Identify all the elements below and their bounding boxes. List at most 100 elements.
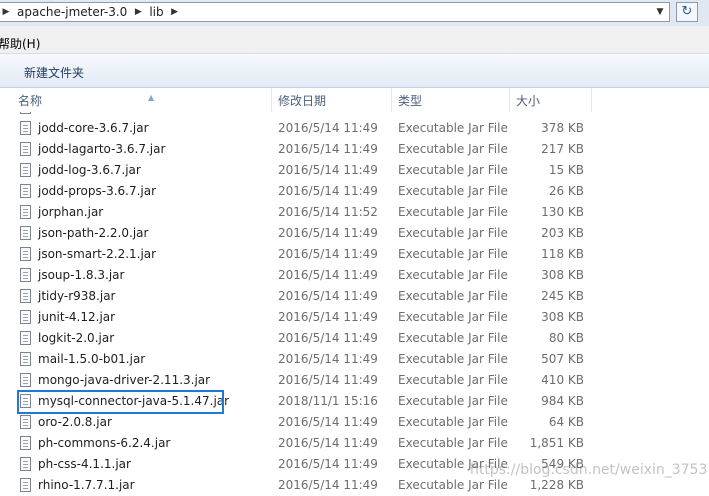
file-date: 2016/5/14 11:49 [278,121,378,135]
file-row[interactable]: json-smart-2.2.1.jar 2016/5/14 11:49 Execu… [0,244,709,265]
column-header-name[interactable]: 名称 ▲ [12,88,272,112]
file-type: Executable Jar File [398,226,508,240]
jar-file-icon [20,436,31,450]
column-header: 名称 ▲ 修改日期 类型 大小 [0,88,709,112]
file-date: 2016/5/14 11:49 [278,331,378,345]
file-date: 2016/5/14 11:49 [278,163,378,177]
file-row[interactable]: logkit-2.0.jar 2016/5/14 11:49 Executable … [0,328,709,349]
jar-file-icon [20,142,31,156]
jar-file-icon [20,373,31,387]
file-date: 2018/11/1 15:16 [278,394,378,408]
file-size: 984 KB [541,394,584,408]
file-date: 2016/5/14 11:49 [278,352,378,366]
file-type: Executable Jar File [398,373,508,387]
file-name: logkit-2.0.jar [38,331,115,345]
file-date: 2016/5/14 11:49 [278,457,378,471]
file-type: Executable Jar File [398,247,508,261]
file-date: 2016/5/14 11:49 [278,373,378,387]
file-name: json-path-2.2.0.jar [38,226,149,240]
file-type: Executable Jar File [398,289,508,303]
file-row[interactable]: mongo-java-driver-2.11.3.jar 2016/5/14 11… [0,370,709,391]
file-name: jtidy-r938.jar [38,289,116,303]
file-row[interactable]: jodd-props-3.6.7.jar 2016/5/14 11:49 Execu… [0,181,709,202]
breadcrumb-separator-icon[interactable]: ▶ [131,7,145,17]
column-header-date[interactable]: 修改日期 [272,88,392,112]
file-type: Executable Jar File [398,121,508,135]
jar-file-icon [20,112,31,114]
breadcrumb-separator-icon[interactable]: ▶ [0,7,13,17]
column-header-type[interactable]: 类型 [392,88,510,112]
file-date: 2016/5/14 11:49 [278,289,378,303]
file-name: ph-css-4.1.1.jar [38,457,131,471]
address-bar-row: ▶ apache-jmeter-3.0 ▶ lib ▶ ▼ ↻ [0,0,709,26]
file-name: json-smart-2.2.1.jar [38,247,157,261]
jar-file-icon [20,310,31,324]
file-date: 2016/5/14 11:49 [278,142,378,156]
file-size: 378 KB [541,121,584,135]
jar-file-icon [20,184,31,198]
file-type: Executable Jar File [398,478,508,492]
file-size: 26 KB [548,184,584,198]
file-size: 507 KB [541,352,584,366]
watermark: https://blog.csdn.net/weixin_37537965 [470,462,709,478]
chevron-down-icon[interactable]: ▼ [653,4,667,20]
jar-file-icon [20,289,31,303]
file-name: ph-commons-6.2.4.jar [38,436,171,450]
file-row[interactable]: json-path-2.2.0.jar 2016/5/14 11:49 Execut… [0,223,709,244]
jar-file-icon [20,226,31,240]
file-row[interactable]: oro-2.0.8.jar 2016/5/14 11:49 Executable J… [0,412,709,433]
file-date: 2016/5/14 11:49 [278,310,378,324]
file-name: mail-1.5.0-b01.jar [38,352,146,366]
file-type: Executable Jar File [398,415,508,429]
file-row[interactable]: jodd-lagarto-3.6.7.jar 2016/5/14 11:49 Exe… [0,139,709,160]
file-size: 15 KB [548,163,584,177]
file-size: 308 KB [541,268,584,282]
file-size: 203 KB [541,226,584,240]
column-header-size[interactable]: 大小 [510,88,592,112]
file-type: Executable Jar File [398,310,508,324]
file-size: 217 KB [541,142,584,156]
file-type: Executable Jar File [398,163,508,177]
file-name: rhino-1.7.7.1.jar [38,478,135,492]
file-size: 245 KB [541,289,584,303]
file-name: mongo-java-driver-2.11.3.jar [38,373,211,387]
jar-file-icon [20,352,31,366]
file-row[interactable]: jtidy-r938.jar 2016/5/14 11:49 Executable … [0,286,709,307]
selection-highlight [17,390,224,414]
file-date: 2016/5/14 11:49 [278,436,378,450]
sort-ascending-icon: ▲ [148,93,155,102]
file-date: 2016/5/14 11:49 [278,268,378,282]
file-name: jodd-core-3.6.7.jar [38,121,149,135]
file-type: Executable Jar File [398,331,508,345]
file-size: 130 KB [541,205,584,219]
file-size: 64 KB [548,415,584,429]
address-bar[interactable]: ▶ apache-jmeter-3.0 ▶ lib ▶ ▼ [0,2,670,22]
file-row[interactable]: junit-4.12.jar 2016/5/14 11:49 Executable … [0,307,709,328]
file-row[interactable]: jodd-core-3.6.7.jar 2016/5/14 11:49 Execut… [0,118,709,139]
breadcrumb-item-apache-jmeter[interactable]: apache-jmeter-3.0 [13,3,131,21]
new-folder-button[interactable]: 新建文件夹 [24,64,84,81]
file-row[interactable]: jsoup-1.8.3.jar 2016/5/14 11:49 Executable… [0,265,709,286]
file-size: 1,228 KB [529,478,584,492]
file-name: jodd-lagarto-3.6.7.jar [38,142,166,156]
menu-item-help[interactable]: 帮助(H) [0,35,40,52]
jar-file-icon [20,247,31,261]
file-date: 2016/5/14 11:49 [278,184,378,198]
file-type: Executable Jar File [398,142,508,156]
file-row[interactable]: jorphan.jar 2016/5/14 11:52 Executable Jar… [0,202,709,223]
file-row[interactable]: jodd-log-3.6.7.jar 2016/5/14 11:49 Executa… [0,160,709,181]
file-name: jodd-log-3.6.7.jar [38,163,141,177]
file-row[interactable]: ph-commons-6.2.4.jar 2016/5/14 11:49 Execu… [0,433,709,454]
jar-file-icon [20,268,31,282]
refresh-button[interactable]: ↻ [676,2,698,22]
jar-file-icon [20,205,31,219]
breadcrumb-separator-icon[interactable]: ▶ [168,7,182,17]
breadcrumb-item-lib[interactable]: lib [145,3,167,21]
file-name: jorphan.jar [38,205,104,219]
jar-file-icon [20,121,31,135]
file-row[interactable]: mail-1.5.0-b01.jar 2016/5/14 11:49 Executa… [0,349,709,370]
file-date: 2016/5/14 11:49 [278,478,378,492]
file-size: 308 KB [541,310,584,324]
file-type: Executable Jar File [398,352,508,366]
file-row[interactable]: rhino-1.7.7.1.jar 2016/5/14 11:49 Executab… [0,475,709,496]
